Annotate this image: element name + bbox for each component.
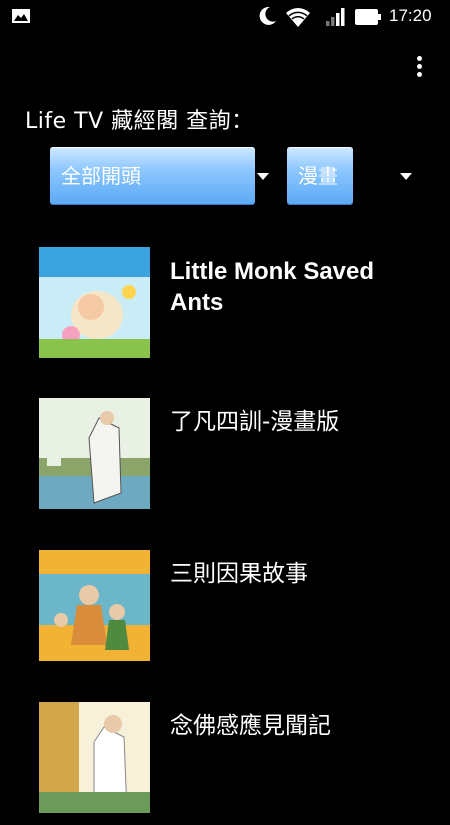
book-cover [39, 702, 150, 813]
type-spinner[interactable]: 漫畫 [287, 147, 353, 205]
list-item[interactable]: 了凡四訓-漫畫版 [0, 381, 450, 521]
chevron-down-icon[interactable] [257, 173, 269, 180]
status-time: 17:20 [389, 6, 432, 25]
book-cover [39, 550, 150, 661]
category-spinner[interactable]: 全部開頭 [50, 147, 255, 205]
overflow-menu-icon[interactable] [408, 52, 432, 80]
battery-icon [355, 9, 381, 25]
item-title: 三則因果故事 [170, 561, 308, 587]
signal-icon [326, 8, 345, 26]
gallery-icon [12, 9, 30, 23]
cover-image-liaofan [39, 398, 150, 509]
item-title: 了凡四訓-漫畫版 [170, 409, 340, 435]
list-item[interactable]: Little Monk Saved Ants [0, 230, 450, 370]
book-cover [39, 247, 150, 358]
status-bar: 17:20 [0, 0, 450, 34]
wifi-icon [286, 8, 310, 27]
item-title: 念佛感應見聞記 [170, 713, 331, 739]
page-title: Life TV 藏經閣 查詢： [25, 109, 254, 134]
chevron-down-icon[interactable] [400, 173, 412, 180]
item-title: Little Monk Saved Ants [170, 258, 375, 316]
cover-image-nianfo [39, 702, 150, 813]
list-item[interactable]: 念佛感應見聞記 [0, 685, 450, 825]
cover-image-little-monk [39, 247, 150, 358]
list-item[interactable]: 三則因果故事 [0, 533, 450, 673]
book-cover [39, 398, 150, 509]
cover-image-three-stories [39, 550, 150, 661]
moon-icon [259, 6, 276, 25]
